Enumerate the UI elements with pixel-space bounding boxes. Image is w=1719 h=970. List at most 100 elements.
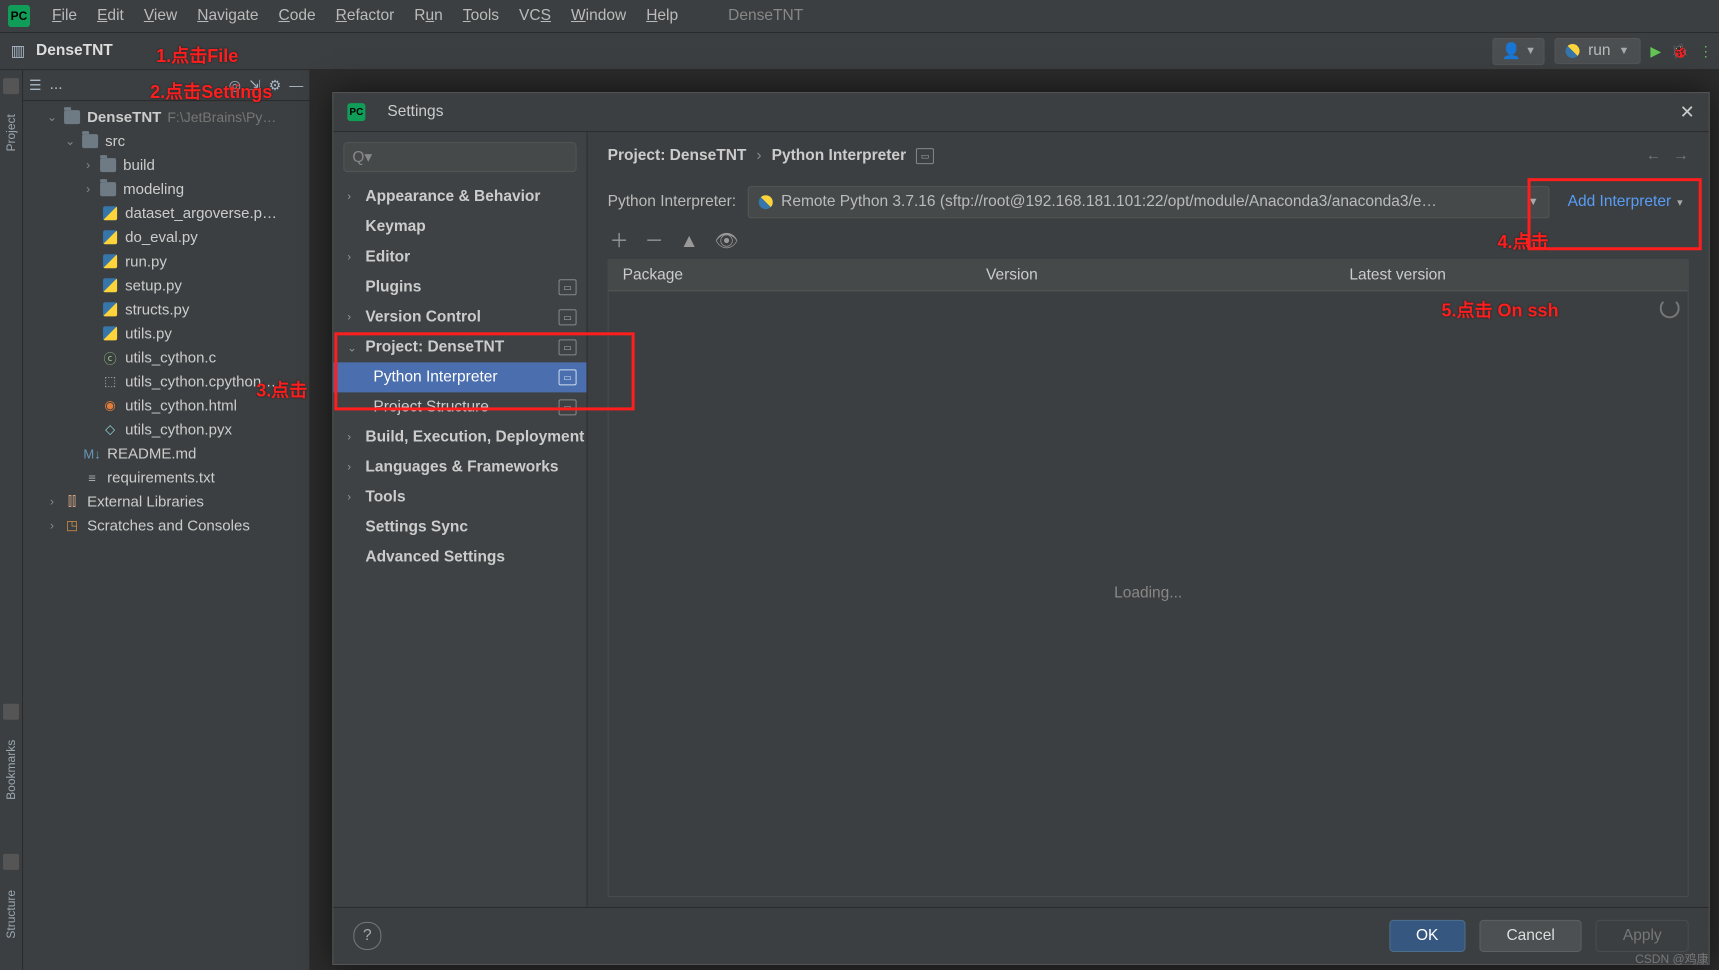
project-lines-icon[interactable]: ☰ — [29, 77, 42, 94]
bookmarks-tool-icon[interactable] — [3, 704, 19, 720]
tree-file[interactable]: ⬚utils_cython.cpython… — [23, 369, 309, 393]
package-toolbar: ＋ － ▲ 👁 — [588, 224, 1709, 259]
breadcrumb-project[interactable]: DenseTNT — [36, 42, 113, 60]
tree-file[interactable]: ⓒutils_cython.c — [23, 345, 309, 369]
back-icon[interactable]: ← — [1646, 147, 1662, 165]
interpreter-selector[interactable]: Remote Python 3.7.16 (sftp://root@192.16… — [748, 186, 1549, 218]
menu-refactor[interactable]: Refactor — [326, 0, 405, 32]
tree-modeling[interactable]: ›modeling — [23, 177, 309, 201]
menu-tools[interactable]: Tools — [453, 0, 509, 32]
interpreter-label: Python Interpreter: — [608, 193, 737, 211]
settings-advanced[interactable]: Advanced Settings — [333, 543, 586, 573]
app-icon: PC — [8, 5, 30, 27]
watermark: CSDN @鸡康 — [1635, 950, 1709, 967]
menu-vcs[interactable]: VCS — [509, 0, 561, 32]
show-early-button[interactable]: 👁 — [715, 232, 739, 251]
settings-tree-panel: Q▾ ›Appearance & Behavior Keymap ›Editor… — [333, 132, 587, 907]
menu-window[interactable]: Window — [561, 0, 636, 32]
rail-label-structure[interactable]: Structure — [4, 890, 18, 939]
tree-file[interactable]: run.py — [23, 249, 309, 273]
col-version[interactable]: Version — [972, 266, 1335, 284]
settings-build[interactable]: ›Build, Execution, Deployment — [333, 422, 586, 452]
settings-search-input[interactable]: Q▾ — [343, 142, 576, 172]
tree-src[interactable]: ⌄src — [23, 129, 309, 153]
tree-build[interactable]: ›build — [23, 153, 309, 177]
chevron-down-icon: ▼ — [1525, 45, 1536, 57]
ok-button[interactable]: OK — [1389, 920, 1465, 952]
close-icon[interactable]: ✕ — [1680, 102, 1695, 123]
apply-button[interactable]: Apply — [1596, 920, 1689, 952]
hide-icon[interactable]: — — [289, 77, 303, 93]
menu-view[interactable]: View — [134, 0, 187, 32]
tree-root[interactable]: ⌄ DenseTNT F:\JetBrains\Py… — [23, 105, 309, 129]
menubar: PC File Edit View Navigate Code Refactor… — [0, 0, 1719, 33]
settings-plugins[interactable]: Plugins▭ — [333, 272, 586, 302]
menu-navigate[interactable]: Navigate — [187, 0, 268, 32]
settings-keymap[interactable]: Keymap — [333, 212, 586, 242]
tree-file[interactable]: ◇utils_cython.pyx — [23, 417, 309, 441]
tree-file[interactable]: dataset_argoverse.p… — [23, 201, 309, 225]
settings-vcs[interactable]: ›Version Control▭ — [333, 302, 586, 332]
breadcrumb-project[interactable]: Project: DenseTNT — [608, 147, 747, 165]
settings-editor[interactable]: ›Editor — [333, 242, 586, 272]
interpreter-value: Remote Python 3.7.16 (sftp://root@192.16… — [781, 193, 1437, 211]
spinner-icon — [1660, 298, 1680, 318]
settings-python-interpreter[interactable]: Python Interpreter▭ — [333, 362, 586, 392]
settings-content: Project: DenseTNT › Python Interpreter ▭… — [588, 132, 1709, 907]
add-interpreter-button[interactable]: Add Interpreter ▾ — [1562, 193, 1689, 211]
target-icon[interactable]: ◎ — [229, 77, 241, 94]
scope-badge-icon: ▭ — [559, 369, 577, 385]
remove-package-button[interactable]: － — [645, 232, 664, 251]
user-chip[interactable]: 👤 ▼ — [1493, 38, 1545, 65]
col-latest[interactable]: Latest version — [1335, 266, 1687, 284]
run-config-selector[interactable]: run ▼ — [1555, 38, 1640, 64]
settings-tools[interactable]: ›Tools — [333, 482, 586, 512]
expand-icon[interactable]: ⇲ — [249, 77, 261, 94]
settings-lang[interactable]: ›Languages & Frameworks — [333, 452, 586, 482]
rail-label-project[interactable]: Project — [4, 114, 18, 151]
menu-run[interactable]: Run — [404, 0, 453, 32]
scope-badge-icon: ▭ — [916, 148, 934, 164]
help-button[interactable]: ? — [353, 922, 381, 950]
menu-code[interactable]: Code — [268, 0, 325, 32]
cancel-button[interactable]: Cancel — [1479, 920, 1581, 952]
settings-tree[interactable]: ›Appearance & Behavior Keymap ›Editor Pl… — [333, 182, 586, 907]
menu-help[interactable]: Help — [636, 0, 688, 32]
settings-project[interactable]: ⌄Project: DenseTNT▭ — [333, 332, 586, 362]
menu-file[interactable]: File — [42, 0, 87, 32]
more-run-button[interactable]: ⋮ — [1699, 43, 1713, 60]
person-icon: 👤 — [1502, 42, 1521, 61]
gear-icon[interactable]: ⚙ — [269, 77, 282, 94]
tree-file[interactable]: ◉utils_cython.html — [23, 393, 309, 417]
tree-file[interactable]: structs.py — [23, 297, 309, 321]
tree-file[interactable]: setup.py — [23, 273, 309, 297]
settings-project-structure[interactable]: Project Structure▭ — [333, 392, 586, 422]
dialog-titlebar: PC Settings ✕ — [333, 93, 1708, 132]
menu-edit[interactable]: Edit — [87, 0, 134, 32]
tree-file[interactable]: utils.py — [23, 321, 309, 345]
settings-sync[interactable]: Settings Sync — [333, 513, 586, 543]
search-icon: Q▾ — [352, 148, 372, 167]
run-button[interactable]: ▶ — [1650, 43, 1661, 60]
project-tool-icon[interactable] — [3, 78, 19, 94]
project-panel: ☰ ... ◎ ⇲ ⚙ — ⌄ DenseTNT F:\JetBrains\Py… — [23, 70, 310, 970]
scope-badge-icon: ▭ — [559, 399, 577, 415]
python-icon — [1566, 44, 1580, 58]
scope-badge-icon: ▭ — [559, 339, 577, 355]
project-tree[interactable]: ⌄ DenseTNT F:\JetBrains\Py… ⌄src ›build … — [23, 101, 309, 970]
tree-scratches[interactable]: ›◳Scratches and Consoles — [23, 514, 309, 538]
debug-button[interactable]: 🐞 — [1671, 43, 1688, 60]
add-package-button[interactable]: ＋ — [610, 232, 629, 251]
rail-label-bookmarks[interactable]: Bookmarks — [4, 740, 18, 800]
settings-appearance[interactable]: ›Appearance & Behavior — [333, 182, 586, 212]
toolbar: ▥ DenseTNT 👤 ▼ run ▼ ▶ 🐞 ⋮ — [0, 33, 1719, 70]
structure-tool-icon[interactable] — [3, 854, 19, 870]
tree-readme[interactable]: M↓README.md — [23, 441, 309, 465]
col-package[interactable]: Package — [609, 266, 972, 284]
tree-file[interactable]: do_eval.py — [23, 225, 309, 249]
tree-requirements[interactable]: ≡requirements.txt — [23, 465, 309, 489]
upgrade-package-button[interactable]: ▲ — [680, 232, 699, 251]
forward-icon[interactable]: → — [1673, 147, 1689, 165]
tree-ext-libs[interactable]: ›⫿⫿External Libraries — [23, 489, 309, 513]
project-header-label: ... — [50, 76, 63, 94]
